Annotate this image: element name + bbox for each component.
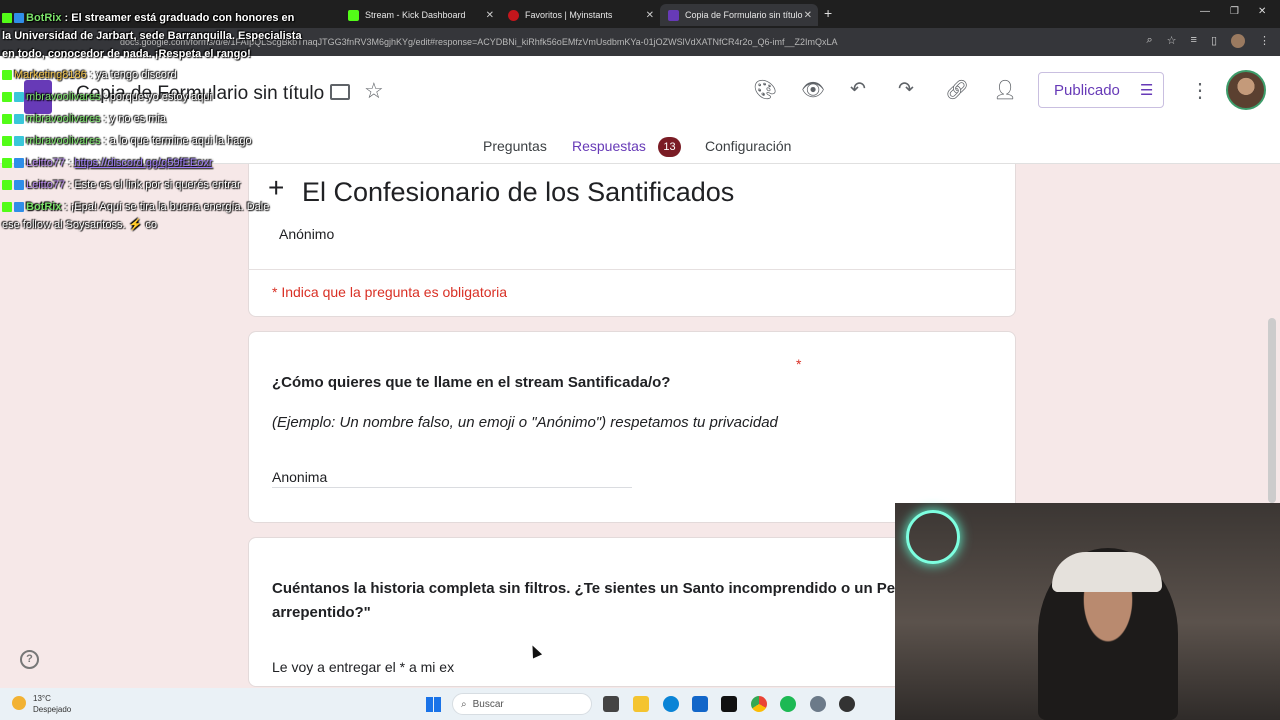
sub-badge-icon (14, 114, 24, 125)
tab-kick-dashboard[interactable]: Stream - Kick Dashboard ✕ (340, 4, 500, 26)
sidebar-icon[interactable]: ▯ (1211, 34, 1217, 48)
obs-icon[interactable] (839, 696, 855, 712)
kick-badge-icon (2, 13, 12, 24)
streamer-cap (1052, 552, 1162, 592)
bot-badge-icon (14, 13, 24, 24)
bookmark-star-icon[interactable]: ☆ (1167, 34, 1177, 48)
weather-description: Despejado (33, 705, 72, 714)
address-bar-actions: ⌕ ☆ ≡ ▯ ⋮ (1146, 34, 1270, 48)
chat-message: mbravoolivares : y no es mia (2, 112, 166, 126)
spotify-icon[interactable] (780, 696, 796, 712)
chat-message-cont: ese follow al Soysantoss. ⚡ co (2, 219, 157, 231)
tune-icon: ☰ (1139, 82, 1154, 99)
close-icon[interactable]: ✕ (486, 10, 494, 21)
chat-message: mbravoolivares : porque yo estoy aqui (2, 90, 212, 104)
chat-message: Leitto77 : Este es el link por si querés… (2, 178, 241, 192)
store-icon[interactable] (692, 696, 708, 712)
palette-icon[interactable]: 🎨︎ (753, 78, 777, 102)
responses-count-badge: 13 (658, 137, 681, 157)
myinstants-icon (508, 9, 519, 21)
add-collaborator-icon[interactable]: 👤︎ (993, 78, 1017, 102)
redo-icon[interactable]: ↷ (898, 78, 914, 101)
bot-badge-icon (14, 202, 24, 213)
question-title-cont: arrepentido?" (272, 604, 371, 621)
tab-questions[interactable]: Preguntas (483, 138, 547, 154)
weather-moon-icon[interactable] (12, 696, 26, 710)
zoom-icon[interactable]: ⌕ (1146, 34, 1152, 48)
close-icon[interactable]: ✕ (646, 10, 654, 21)
link-icon[interactable]: 🔗︎ (945, 78, 969, 102)
chat-message: mbravoolivares : a lo que termine aqui l… (2, 134, 252, 148)
reading-list-icon[interactable]: ≡ (1191, 34, 1197, 48)
divider (248, 269, 1016, 270)
kick-badge-icon (2, 92, 12, 103)
published-button[interactable]: Publicado ☰ (1038, 72, 1164, 108)
maximize-icon[interactable]: ❐ (1230, 6, 1239, 17)
chrome-icon[interactable] (751, 696, 767, 712)
window-close-icon[interactable]: ✕ (1258, 6, 1266, 17)
kick-badge-icon (2, 136, 12, 147)
undo-icon[interactable]: ↶ (850, 78, 866, 101)
question-title: ¿Cómo quieres que te llame en el stream … (272, 374, 671, 391)
chat-link[interactable]: https://discord.gg/q59fEEoxr (74, 157, 212, 169)
task-view-icon[interactable] (603, 696, 619, 712)
answer-text: Anonima (272, 469, 328, 485)
page-scrollbar[interactable] (1268, 318, 1276, 503)
star-icon[interactable]: ☆ (364, 78, 384, 104)
answer-underline (272, 487, 632, 488)
sub-badge-icon (14, 92, 24, 103)
question-title: Cuéntanos la historia completa sin filtr… (272, 580, 896, 597)
windows-taskbar: 13°C Despejado ⌕ Buscar (0, 688, 895, 720)
help-icon[interactable]: ? (20, 650, 39, 669)
sub-badge-icon (14, 180, 24, 191)
y-app-icon[interactable] (721, 696, 737, 712)
profile-avatar[interactable] (1231, 34, 1245, 48)
tab-responses[interactable]: Respuestas (572, 138, 680, 167)
kick-badge-icon (2, 70, 12, 81)
chat-message: Leitto77 : https://discord.gg/q59fEEoxr (2, 156, 213, 170)
close-icon[interactable]: ✕ (804, 10, 812, 21)
kick-icon (348, 9, 359, 21)
windows-start-icon[interactable] (426, 697, 441, 712)
sub-badge-icon (14, 136, 24, 147)
chat-message: Marketing8186 : ya tengo discord (2, 68, 177, 82)
chat-message: BotRix : El streamer está graduado con h… (2, 11, 294, 25)
section-title: El Confesionario de los Santificados (302, 177, 735, 207)
plus-icon: + (268, 172, 285, 203)
kick-badge-icon (2, 180, 12, 191)
neon-smiley-sign (906, 510, 960, 564)
anonymous-label: Anónimo (279, 226, 335, 242)
settings-gear-icon[interactable] (810, 696, 826, 712)
edge-icon[interactable] (663, 696, 679, 712)
taskbar-search[interactable]: ⌕ Buscar (452, 693, 592, 715)
weather-temperature: 13°C (33, 694, 51, 703)
chat-message-cont: en todo, conocedor de nada. ¡Respeta el … (2, 48, 251, 60)
kick-badge-icon (2, 114, 12, 125)
required-star: * (796, 356, 802, 372)
chat-message: BotRix : ¡Epa! Aquí se tira la buena ene… (2, 200, 269, 214)
sub-badge-icon (14, 158, 24, 169)
question-description: (Ejemplo: Un nombre falso, un emoji o "A… (272, 414, 778, 431)
chat-message-cont: la Universidad de Jarbart, sede Barranqu… (2, 30, 302, 42)
answer-text: Le voy a entregar el * a mi ex (272, 659, 455, 675)
minimize-icon[interactable]: — (1200, 6, 1210, 17)
file-explorer-icon[interactable] (633, 696, 649, 712)
kick-badge-icon (2, 202, 12, 213)
new-tab-button[interactable]: + (824, 5, 832, 21)
browser-menu-icon[interactable]: ⋮ (1259, 34, 1270, 48)
tab-myinstants[interactable]: Favoritos | Myinstants ✕ (500, 4, 660, 26)
kick-badge-icon (2, 158, 12, 169)
preview-eye-icon[interactable]: 👁︎ (801, 78, 825, 102)
forms-icon (668, 9, 679, 21)
tab-google-form[interactable]: Copia de Formulario sin título ✕ (660, 4, 818, 26)
tab-settings[interactable]: Configuración (705, 138, 791, 154)
user-avatar[interactable] (1226, 70, 1266, 110)
search-icon: ⌕ (461, 698, 467, 710)
more-options-icon[interactable]: ⋮ (1190, 78, 1210, 103)
folder-icon[interactable] (330, 84, 350, 100)
required-note: * Indica que la pregunta es obligatoria (272, 284, 508, 300)
